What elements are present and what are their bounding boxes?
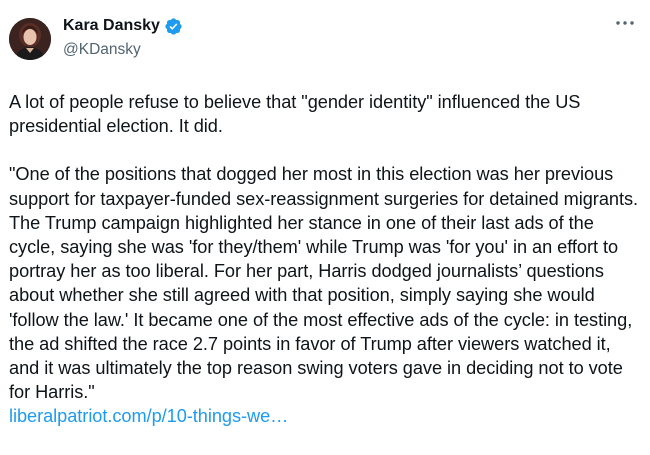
author-handle[interactable]: @KDansky <box>63 39 183 61</box>
tweet-card: Kara Dansky @KDansky A lot of people ref… <box>0 0 650 455</box>
verified-badge-icon[interactable] <box>164 17 183 36</box>
author-names: Kara Dansky @KDansky <box>63 16 183 61</box>
tweet-paragraph-2: "One of the positions that dogged her mo… <box>9 162 641 428</box>
tweet-quote-text: "One of the positions that dogged her mo… <box>9 164 638 403</box>
tweet-paragraph-1: A lot of people refuse to believe that "… <box>9 92 581 137</box>
avatar[interactable] <box>9 18 51 60</box>
tweet-text: A lot of people refuse to believe that "… <box>9 90 641 429</box>
more-horizontal-icon[interactable] <box>614 16 636 30</box>
tweet-link[interactable]: liberalpatriot.com/p/10-things-we… <box>9 406 288 426</box>
tweet-header: Kara Dansky @KDansky <box>9 14 641 68</box>
display-name[interactable]: Kara Dansky <box>63 16 160 36</box>
display-name-row: Kara Dansky <box>63 16 183 36</box>
